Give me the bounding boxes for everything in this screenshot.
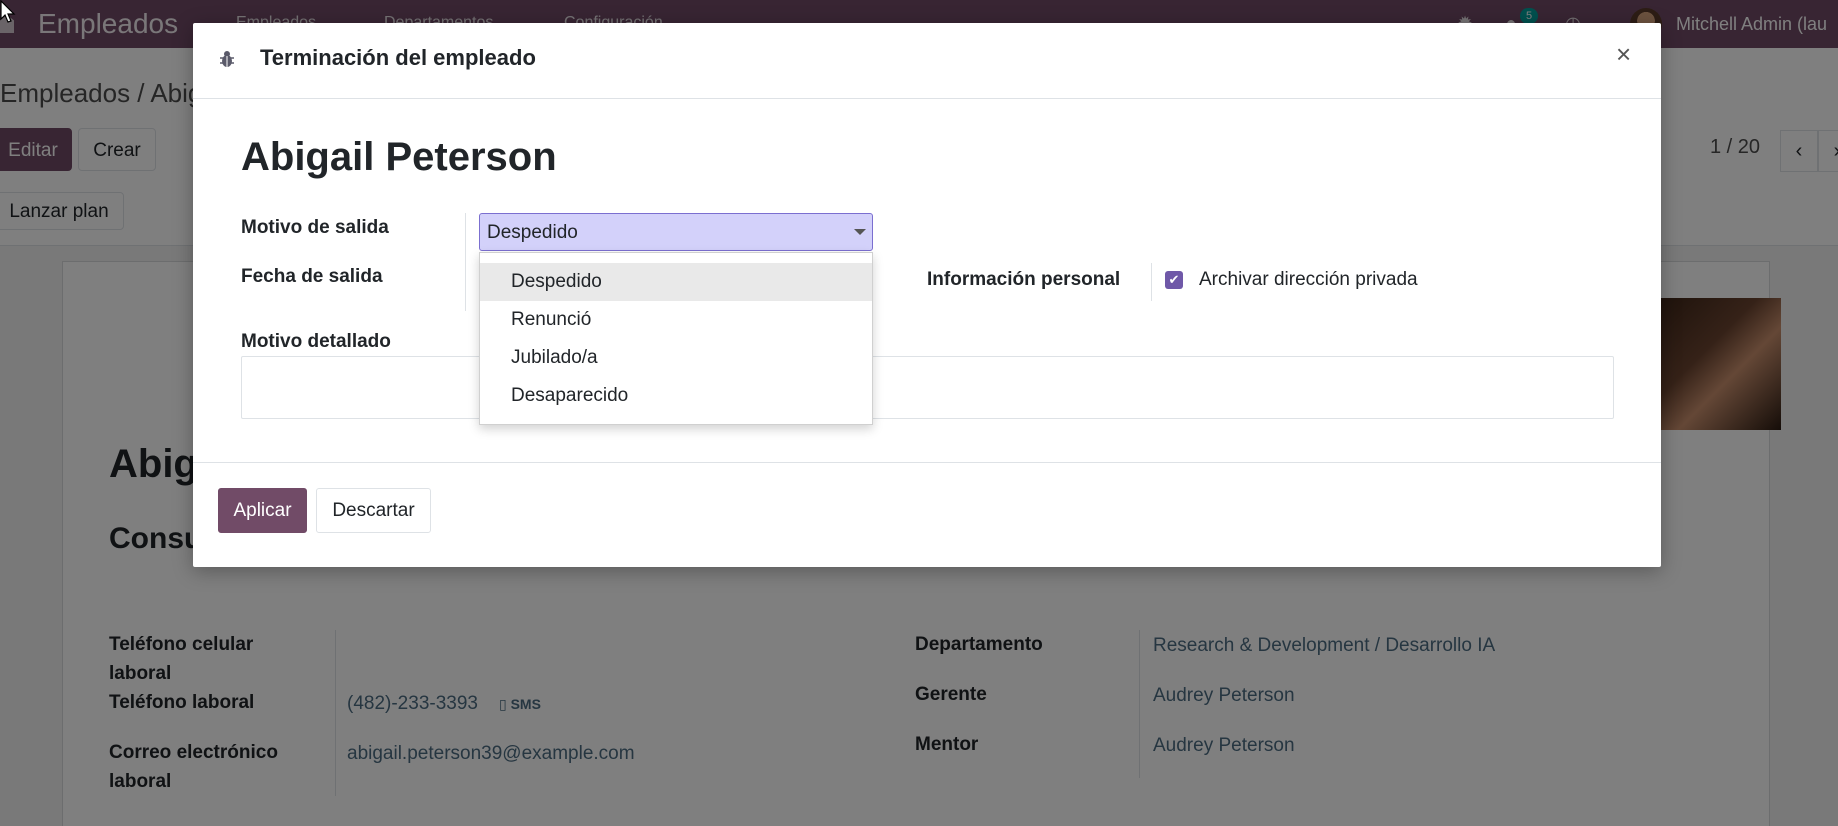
option-jubilado[interactable]: Jubilado/a xyxy=(480,339,872,377)
dialog-footer-divider xyxy=(193,462,1661,463)
detailed-reason-textarea[interactable] xyxy=(241,356,1614,419)
label-departure-reason: Motivo de salida xyxy=(241,217,389,238)
personal-info-separator xyxy=(1151,263,1152,301)
employee-termination-dialog: Terminación del empleado × Abigail Peter… xyxy=(193,23,1661,567)
departure-reason-value: Despedido xyxy=(487,222,578,243)
apply-button[interactable]: Aplicar xyxy=(218,488,307,533)
option-renuncio[interactable]: Renunció xyxy=(480,301,872,339)
departure-reason-dropdown: Despedido Renunció Jubilado/a Desapareci… xyxy=(479,252,873,425)
label-detailed-reason: Motivo detallado xyxy=(241,331,391,352)
label-departure-date: Fecha de salida xyxy=(241,266,383,287)
mouse-pointer-icon xyxy=(0,0,16,23)
bug-icon xyxy=(220,51,234,67)
discard-button[interactable]: Descartar xyxy=(316,488,431,533)
dialog-title: Terminación del empleado xyxy=(260,45,536,70)
fields-separator xyxy=(465,213,466,311)
archive-private-address-checkbox[interactable]: ✔ xyxy=(1165,271,1183,289)
close-icon[interactable]: × xyxy=(1616,41,1631,67)
dialog-header: Terminación del empleado × xyxy=(193,23,1661,99)
option-desaparecido[interactable]: Desaparecido xyxy=(480,377,872,415)
dropdown-arrow-icon[interactable] xyxy=(854,229,866,235)
label-personal-info: Información personal xyxy=(927,269,1121,290)
employee-name-heading: Abigail Peterson xyxy=(241,135,557,179)
archive-private-address-label[interactable]: Archivar dirección privada xyxy=(1199,269,1418,291)
option-despedido[interactable]: Despedido xyxy=(480,263,872,301)
departure-reason-select[interactable]: Despedido xyxy=(479,213,873,251)
